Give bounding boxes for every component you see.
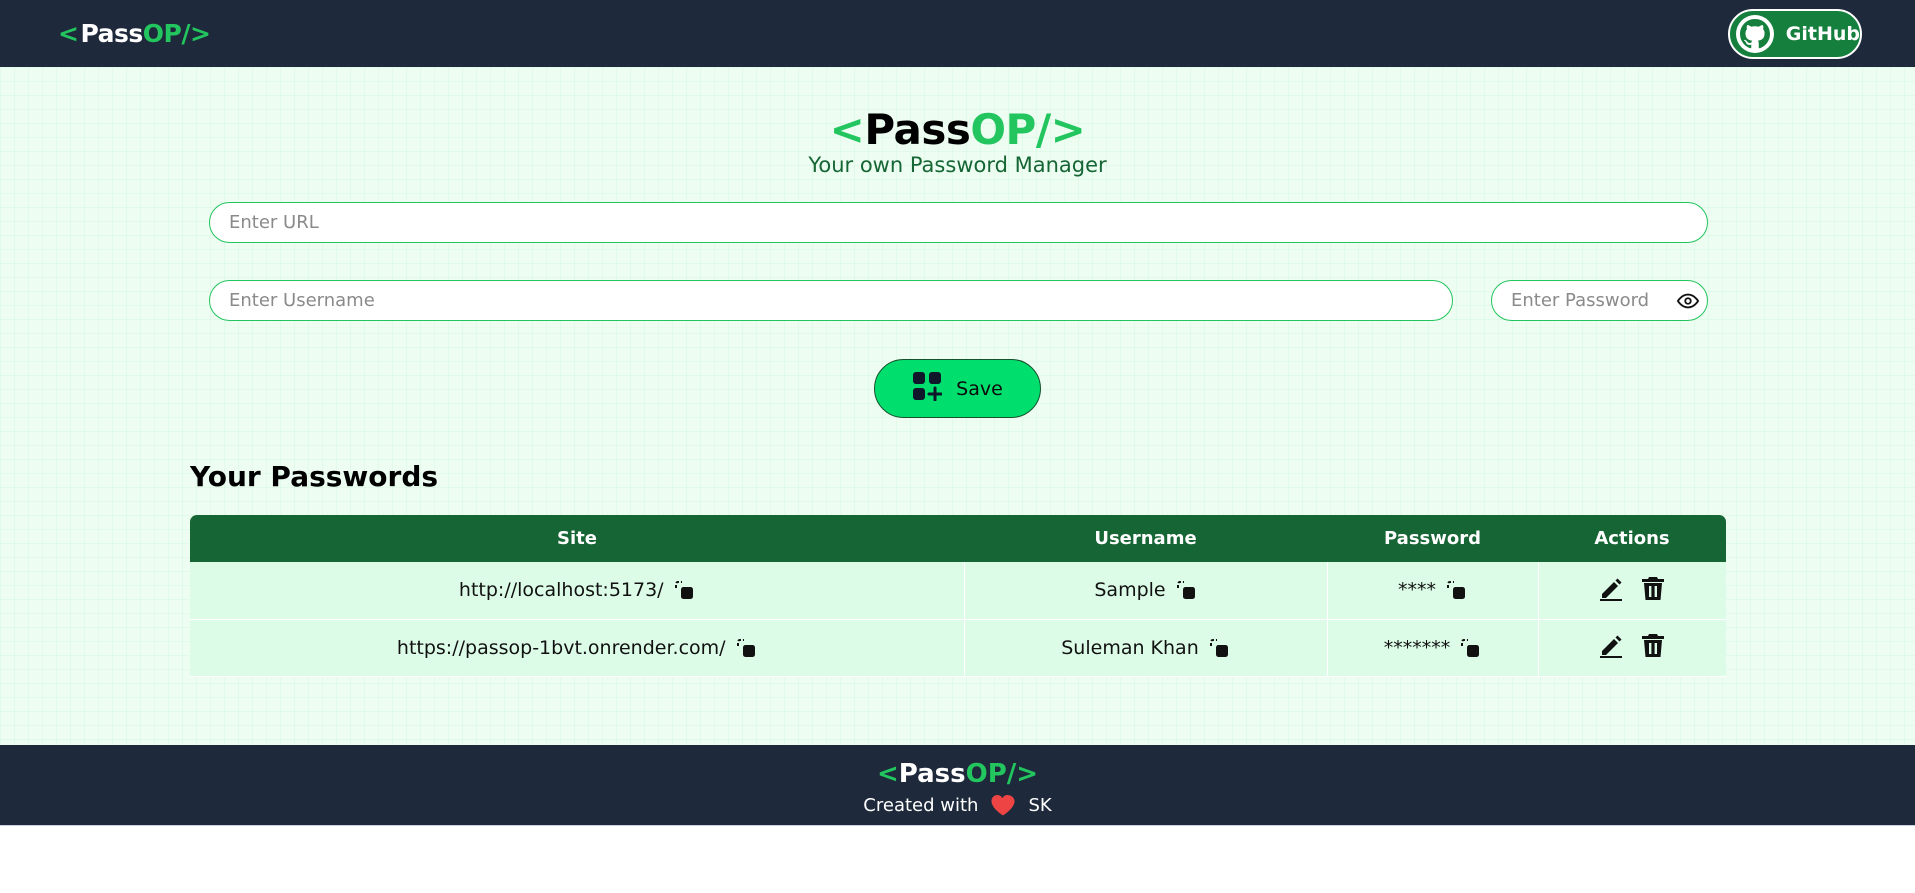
- actions-cell: [1537, 618, 1726, 677]
- password-field: [1491, 280, 1708, 321]
- passwords-table: Site Username Password Actions http://lo…: [190, 515, 1726, 677]
- github-label: GitHub: [1785, 22, 1860, 45]
- add-grid-icon: [912, 371, 943, 406]
- username-cell: Sample: [963, 562, 1328, 620]
- save-label: Save: [956, 377, 1003, 400]
- site-link[interactable]: http://localhost:5173/: [459, 579, 664, 601]
- eye-icon[interactable]: [1676, 290, 1700, 312]
- hero-logo: <PassOP/>: [0, 105, 1915, 154]
- site-link[interactable]: https://passop-1bvt.onrender.com/: [397, 637, 726, 659]
- hero-subtitle: Your own Password Manager: [808, 153, 1107, 177]
- column-header-password: Password: [1383, 528, 1482, 549]
- column-header-actions: Actions: [1594, 528, 1670, 549]
- footer-op: OP/: [965, 759, 1017, 789]
- actions-cell: [1537, 562, 1726, 620]
- username-cell: Suleman Khan: [963, 618, 1328, 677]
- delete-icon[interactable]: [1639, 574, 1667, 602]
- edit-icon[interactable]: [1597, 631, 1625, 659]
- copy-username-icon[interactable]: [1208, 637, 1230, 659]
- github-icon: [1736, 14, 1774, 53]
- column-header-username: Username: [1094, 528, 1197, 549]
- table-row: http://localhost:5173/ Sample ****: [190, 562, 1726, 620]
- edit-icon[interactable]: [1597, 574, 1625, 602]
- hero-pass: Pass: [864, 105, 971, 154]
- copy-password-icon[interactable]: [1445, 579, 1467, 601]
- url-input[interactable]: [209, 202, 1708, 243]
- site-cell: http://localhost:5173/: [190, 562, 965, 620]
- footer-close-bracket: >: [1016, 759, 1039, 789]
- hero-open-bracket: <: [829, 105, 865, 154]
- copy-site-icon[interactable]: [673, 579, 695, 601]
- footer-pass: Pass: [898, 759, 966, 789]
- username-text: Suleman Khan: [1061, 636, 1199, 659]
- table-row: https://passop-1bvt.onrender.com/ Sulema…: [190, 618, 1726, 677]
- username-input[interactable]: [209, 280, 1453, 321]
- github-button[interactable]: GitHub: [1728, 8, 1862, 59]
- username-text: Sample: [1094, 579, 1166, 602]
- password-cell: *******: [1326, 618, 1539, 677]
- logo-open-bracket: <: [58, 19, 79, 48]
- footer-credit: Created with SK: [0, 794, 1915, 816]
- table-header-row: Site Username Password Actions: [190, 515, 1726, 562]
- footer-open-bracket: <: [876, 759, 899, 789]
- password-cell: ****: [1326, 562, 1539, 620]
- nav-logo[interactable]: < Pass OP/>: [58, 19, 212, 48]
- delete-icon[interactable]: [1639, 631, 1667, 659]
- hero-close-bracket: >: [1050, 105, 1086, 154]
- created-with-text: Created with: [863, 794, 979, 816]
- main-content: <PassOP/> Your own Password Manager Save…: [0, 67, 1915, 745]
- author-text: SK: [1028, 794, 1052, 816]
- passwords-title: Your Passwords: [190, 460, 439, 493]
- hero-op: OP/: [970, 105, 1051, 154]
- logo-pass: Pass: [80, 19, 143, 48]
- heart-icon: [990, 794, 1016, 816]
- copy-site-icon[interactable]: [735, 637, 757, 659]
- copy-username-icon[interactable]: [1175, 579, 1197, 601]
- password-masked: ****: [1398, 579, 1436, 602]
- footer: <PassOP/> Created with SK: [0, 745, 1915, 826]
- password-masked: *******: [1383, 636, 1451, 659]
- save-button[interactable]: Save: [874, 359, 1041, 418]
- copy-password-icon[interactable]: [1459, 637, 1481, 659]
- column-header-site: Site: [557, 528, 597, 549]
- site-cell: https://passop-1bvt.onrender.com/: [190, 618, 965, 677]
- logo-op: OP/: [142, 19, 191, 48]
- navbar: < Pass OP/> GitHub: [0, 0, 1915, 67]
- logo-close-bracket: >: [189, 19, 211, 48]
- footer-logo: <PassOP/>: [0, 759, 1915, 789]
